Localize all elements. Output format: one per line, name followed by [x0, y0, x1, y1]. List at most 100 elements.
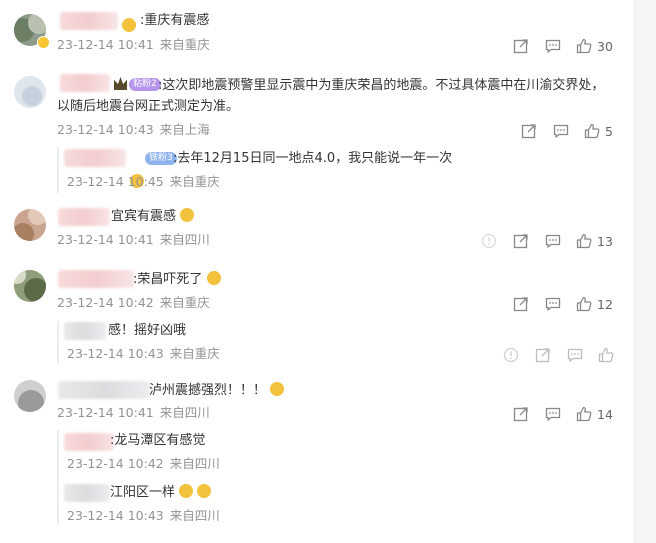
like-count: 12	[597, 296, 613, 312]
reply-text: 感！摇好凶哦	[108, 323, 187, 338]
comment-actions: 13	[481, 232, 613, 250]
comment-text-content: 宜宾有震感	[111, 209, 177, 224]
fan-badge: 铁粉3	[145, 152, 177, 165]
comment-meta: 23-12-14 10:42 来自重庆	[57, 295, 216, 311]
reply-time: 23-12-14 10:43	[67, 346, 164, 361]
comment-actions: 14	[513, 405, 613, 423]
like-icon[interactable]	[576, 38, 592, 54]
comment-item: :重庆有震感 23-12-14 10:41 来自重庆 30	[0, 0, 656, 54]
reply-meta: 23-12-14 10:45 来自重庆	[67, 174, 226, 190]
username[interactable]	[58, 381, 150, 399]
avatar[interactable]	[14, 76, 46, 108]
comment-meta: 23-12-14 10:41 来自四川	[57, 405, 216, 421]
comment-meta: 23-12-14 10:41 来自四川	[57, 232, 216, 248]
comment-icon[interactable]	[553, 123, 569, 139]
like-icon[interactable]	[576, 233, 592, 249]
comment-icon[interactable]	[567, 347, 583, 363]
reply-text: 江阳区一样	[110, 484, 212, 502]
reply-time: 23-12-14 10:42	[67, 456, 164, 471]
comment-location: 来自四川	[159, 405, 210, 420]
reply-actions	[503, 346, 614, 364]
emoji-icon	[122, 18, 136, 32]
username[interactable]	[60, 74, 110, 92]
comment-actions: 30	[513, 37, 613, 55]
comment-location: 来自重庆	[159, 295, 210, 310]
reply-time: 23-12-14 10:43	[67, 508, 164, 523]
comment-text: :这次即地震预警里显示震中为重庆荣昌的地震。不过具体震中在川渝交界处，	[158, 78, 605, 93]
reply-location: 来自四川	[169, 456, 220, 471]
reply-location: 来自重庆	[169, 346, 220, 361]
reply-location: 来自四川	[169, 508, 220, 523]
reply-location: 来自重庆	[169, 174, 220, 189]
like-count: 5	[605, 123, 613, 139]
comment-text: :荣昌吓死了	[133, 271, 221, 289]
comment-location: 来自四川	[159, 232, 210, 247]
avatar[interactable]	[14, 380, 46, 412]
comment-text: 宜宾有震感	[111, 208, 195, 226]
username[interactable]	[60, 12, 118, 30]
reply-meta: 23-12-14 10:43 来自四川	[67, 508, 226, 524]
share-icon[interactable]	[513, 38, 529, 54]
reply-divider	[57, 321, 59, 363]
share-icon[interactable]	[513, 406, 529, 422]
emoji-icon	[179, 484, 194, 498]
username[interactable]	[58, 208, 110, 226]
comment-meta: 23-12-14 10:41 来自重庆	[57, 37, 216, 53]
comment-text: 泸州震撼强烈！！！	[149, 382, 285, 400]
comment-icon[interactable]	[545, 233, 561, 249]
report-icon[interactable]	[481, 233, 497, 249]
share-icon[interactable]	[535, 347, 551, 363]
like-count: 14	[597, 406, 613, 422]
share-icon[interactable]	[513, 233, 529, 249]
reply-meta: 23-12-14 10:42 来自四川	[67, 456, 226, 472]
fan-badge: 粘粉2	[129, 78, 161, 91]
comment-location: 来自上海	[159, 122, 210, 137]
comment-meta: 23-12-14 10:43 来自上海	[57, 122, 216, 138]
comment-icon[interactable]	[545, 406, 561, 422]
like-icon[interactable]	[576, 406, 592, 422]
emoji-icon	[206, 271, 221, 285]
username[interactable]	[58, 270, 134, 288]
reply-username[interactable]	[64, 484, 110, 502]
comment-text-content: 泸州震撼强烈！！！	[149, 383, 267, 398]
like-count: 13	[597, 233, 613, 249]
comment-icon[interactable]	[545, 38, 561, 54]
like-icon[interactable]	[576, 296, 592, 312]
comment-time: 23-12-14 10:41	[57, 232, 154, 247]
comment-time: 23-12-14 10:41	[57, 405, 154, 420]
reply-meta: 23-12-14 10:43 来自重庆	[67, 346, 226, 362]
emoji-icon	[270, 382, 285, 396]
reply-text: :龙马潭区有感觉	[110, 433, 206, 448]
comment-time: 23-12-14 10:43	[57, 122, 154, 137]
reply-username[interactable]	[64, 322, 106, 340]
reply-divider	[57, 430, 59, 524]
comment-icon[interactable]	[545, 296, 561, 312]
emoji-icon	[197, 484, 212, 498]
comment-text: :重庆有震感	[140, 13, 210, 28]
comment-actions: 5	[521, 122, 613, 140]
comment-actions: 12	[513, 295, 613, 313]
comment-time: 23-12-14 10:42	[57, 295, 154, 310]
avatar[interactable]	[14, 209, 46, 241]
like-icon[interactable]	[584, 123, 600, 139]
crown-icon	[114, 77, 127, 90]
comment-text-line2: 以随后地震台网正式测定为准。	[57, 99, 240, 114]
reply-username[interactable]	[64, 433, 114, 451]
verified-badge-icon	[37, 36, 50, 49]
report-icon[interactable]	[503, 347, 519, 363]
comment-time: 23-12-14 10:41	[57, 37, 154, 52]
comment-text-content: :荣昌吓死了	[133, 272, 203, 287]
share-icon[interactable]	[521, 123, 537, 139]
comment-location: 来自重庆	[159, 37, 210, 52]
like-icon[interactable]	[598, 347, 614, 363]
emoji-icon	[180, 208, 195, 222]
reply-text: :去年12月15日同一地点4.0，我只能说一年一次	[173, 151, 453, 166]
reply-time: 23-12-14 10:45	[67, 174, 164, 189]
avatar[interactable]	[14, 270, 46, 302]
reply-username[interactable]	[64, 149, 126, 167]
reply-divider	[57, 147, 59, 193]
share-icon[interactable]	[513, 296, 529, 312]
reply-text-content: 江阳区一样	[110, 485, 176, 500]
scrollbar[interactable]	[634, 0, 656, 543]
like-count: 30	[597, 38, 613, 54]
